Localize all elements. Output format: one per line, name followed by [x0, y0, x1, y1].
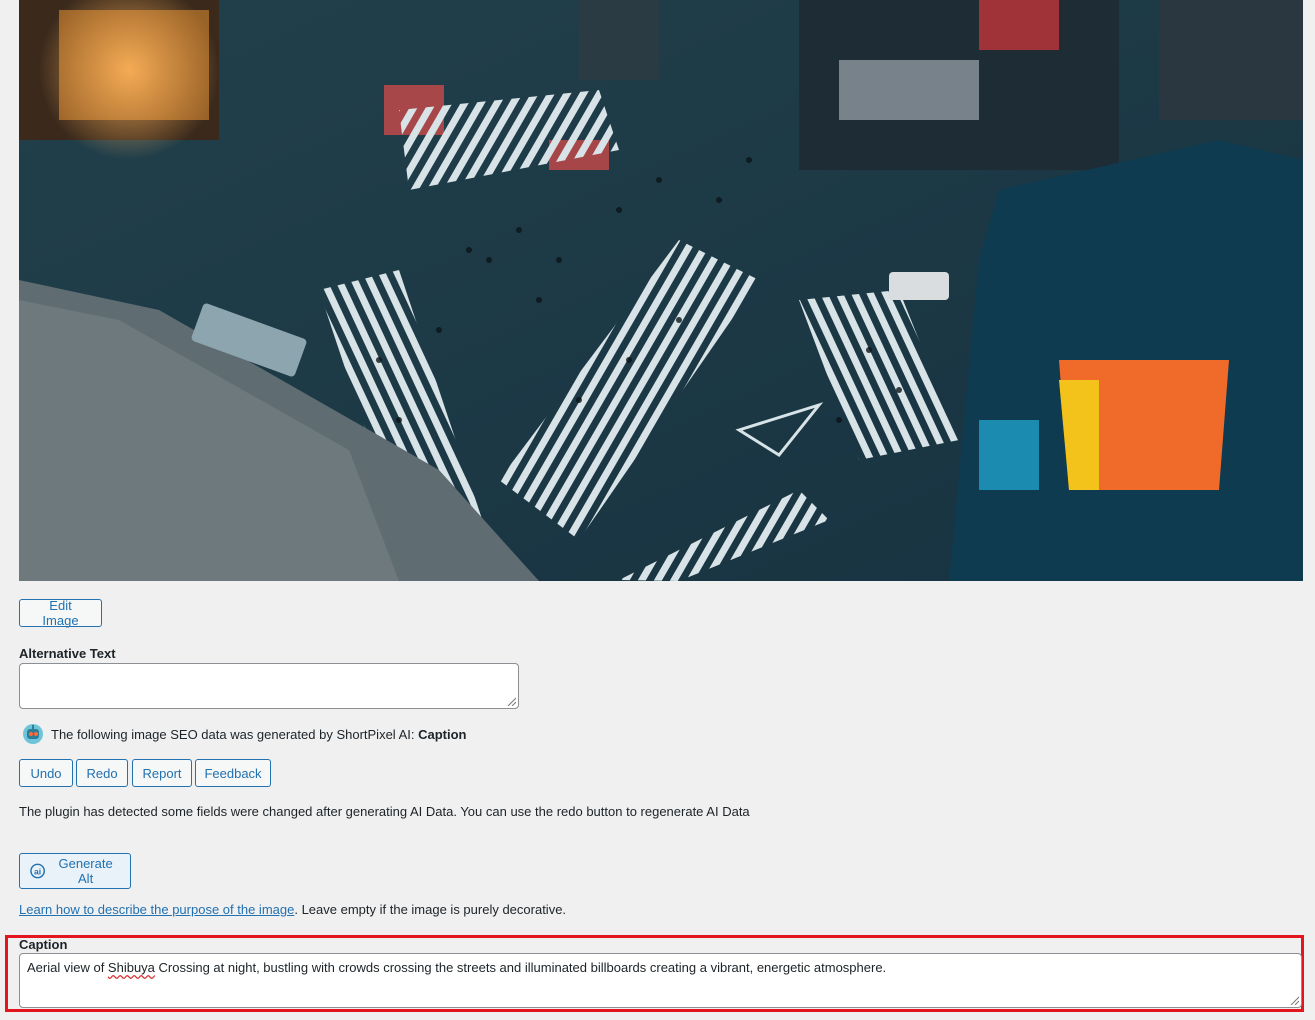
- resize-handle-icon[interactable]: [1289, 995, 1299, 1005]
- redo-button[interactable]: Redo: [76, 759, 128, 787]
- describe-purpose-link[interactable]: Learn how to describe the purpose of the…: [19, 902, 294, 917]
- resize-handle-icon[interactable]: [506, 696, 516, 706]
- shortpixel-notice: The following image SEO data was generat…: [22, 723, 466, 745]
- aerial-crossing-photo: [19, 0, 1303, 581]
- alt-text-label: Alternative Text: [19, 646, 116, 661]
- caption-spellcheck-word: Shibuya: [107, 960, 155, 975]
- report-button[interactable]: Report: [132, 759, 192, 787]
- generate-alt-button[interactable]: ai Generate Alt: [19, 853, 131, 889]
- shortpixel-notice-field: Caption: [418, 726, 467, 742]
- feedback-button[interactable]: Feedback: [195, 759, 271, 787]
- undo-button[interactable]: Undo: [19, 759, 73, 787]
- shortpixel-robot-icon: [23, 724, 43, 744]
- alt-help-suffix: . Leave empty if the image is purely dec…: [294, 902, 567, 917]
- caption-value-end: Crossing at night, bustling with crowds …: [154, 960, 887, 975]
- generate-alt-label: Generate Alt: [58, 856, 113, 886]
- caption-field[interactable]: Aerial view of Shibuya Crossing at night…: [19, 953, 1302, 1008]
- alt-text-field[interactable]: [19, 663, 519, 709]
- alt-help-text: Learn how to describe the purpose of the…: [19, 902, 566, 917]
- fields-changed-notice: The plugin has detected some fields were…: [19, 804, 750, 819]
- caption-value-start: Aerial view of: [27, 960, 108, 975]
- ai-icon: ai: [30, 863, 45, 879]
- caption-label: Caption: [19, 937, 68, 952]
- svg-text:ai: ai: [34, 866, 41, 876]
- shortpixel-notice-text: The following image SEO data was generat…: [51, 726, 419, 742]
- edit-image-button[interactable]: Edit Image: [19, 598, 102, 628]
- attachment-image: [19, 0, 1303, 581]
